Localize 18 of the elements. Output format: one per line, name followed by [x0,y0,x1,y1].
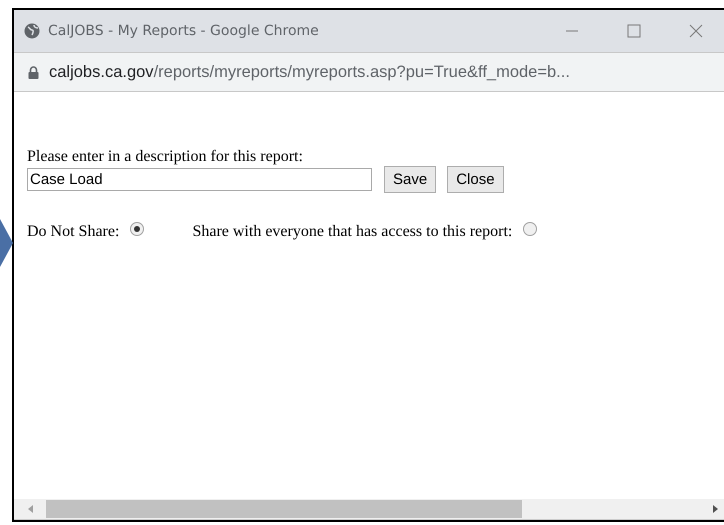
form-button[interactable]: Close [447,166,504,193]
window-title: CalJOBS - My Reports - Google Chrome [48,23,320,39]
scroll-left-icon[interactable] [26,504,36,514]
share-option-label: Do Not Share: [27,223,120,241]
description-field[interactable]: Case Load [27,168,372,191]
close-button[interactable] [688,23,704,39]
horizontal-scrollbar[interactable] [14,499,724,520]
form-button[interactable]: Save [384,166,436,193]
share-option-label: Share with everyone that has access to this report: [192,223,512,241]
maximize-button[interactable] [626,23,642,39]
pointer-arrow [0,219,13,267]
scroll-thumb[interactable] [46,500,522,518]
radio-button[interactable] [130,222,144,236]
scroll-right-icon[interactable] [710,504,720,514]
description-label: Please enter in a description for this report: [27,148,304,166]
globe-icon [24,23,40,39]
lock-icon [28,66,39,78]
radio-button[interactable] [523,222,538,236]
